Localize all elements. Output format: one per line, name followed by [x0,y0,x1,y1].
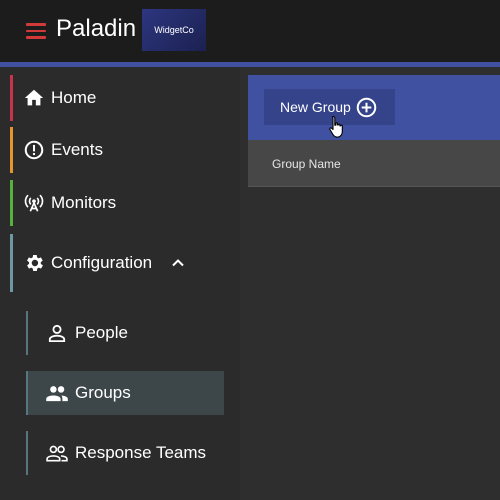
subitem-indicator [26,311,28,355]
org-badge: WidgetCo [142,9,206,51]
hamburger-menu-icon[interactable] [26,23,46,39]
sidebar-item-events[interactable]: Events [10,127,230,173]
content-toolbar: New Group [248,75,500,140]
subitem-indicator [26,431,28,475]
people-outline-icon [46,445,68,462]
home-icon [24,89,44,106]
sidebar: Home Events Monitors Configuration Peopl… [0,67,240,500]
sidebar-item-label: Home [51,88,97,107]
alert-circle-icon [24,140,44,160]
hand-cursor-icon [329,115,343,138]
sidebar-item-indicator [10,234,13,292]
main-content: New Group Group Name [248,75,500,500]
add-circle-icon [356,97,377,118]
sidebar-item-indicator [10,75,13,121]
person-icon [48,324,66,342]
sidebar-subitem-label: Groups [75,383,131,402]
broadcast-icon [24,194,44,212]
sidebar-subitem-label: Response Teams [75,443,207,462]
sidebar-subitem-label: People [75,323,128,342]
chevron-up-icon[interactable] [170,255,186,271]
sidebar-subitem-groups[interactable]: Groups [26,371,224,415]
gear-icon [27,255,43,271]
sidebar-item-home[interactable]: Home [10,75,230,121]
sidebar-item-indicator [10,127,13,173]
sidebar-subitem-response-teams[interactable]: Response Teams [26,431,224,475]
people-icon [46,386,68,402]
sidebar-item-monitors[interactable]: Monitors [10,180,230,226]
app-title: Paladin [56,15,137,42]
sidebar-subitem-people[interactable]: People [26,311,224,355]
sidebar-item-label: Events [51,140,103,159]
sidebar-item-configuration[interactable]: Configuration [10,234,230,292]
table-header: Group Name [248,140,500,187]
column-header-group-name[interactable]: Group Name [272,157,341,171]
sidebar-item-label: Monitors [51,193,117,212]
sidebar-item-label: Configuration [51,253,153,272]
sidebar-item-indicator [10,180,13,226]
new-group-label: New Group [280,99,351,115]
subitem-indicator [26,371,28,415]
top-bar: Paladin WidgetCo [0,0,500,62]
